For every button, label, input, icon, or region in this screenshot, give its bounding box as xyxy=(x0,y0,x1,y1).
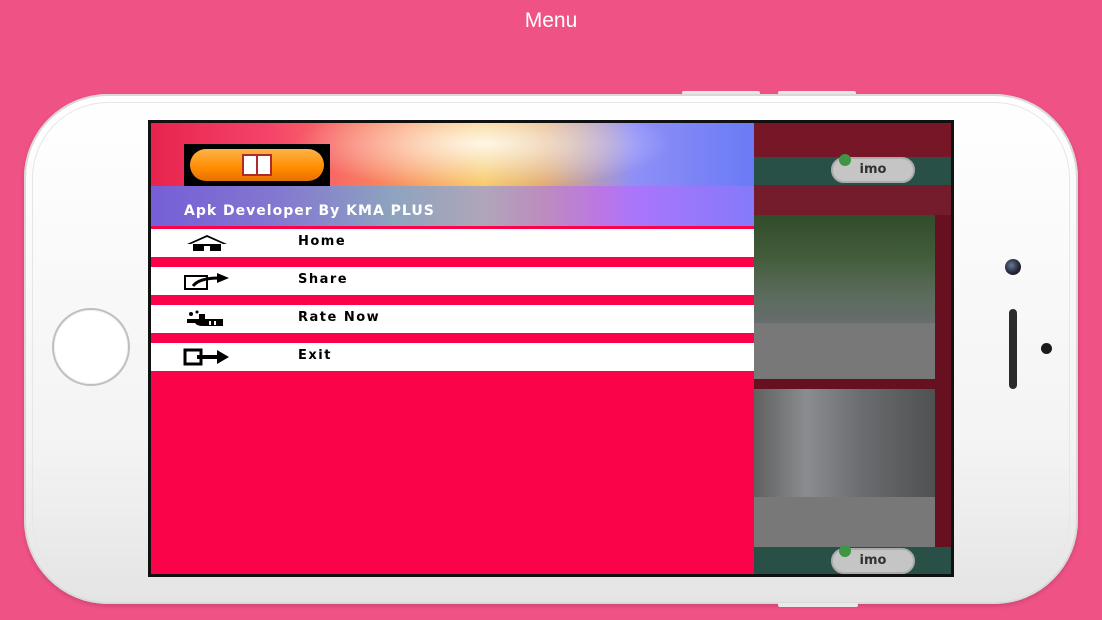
proximity-sensor xyxy=(1041,343,1052,354)
rate-hand-icon xyxy=(187,310,223,326)
logo-badge xyxy=(190,149,324,181)
menu-item-label: Rate Now xyxy=(298,310,381,325)
menu-item-label: Home xyxy=(298,234,347,249)
exit-icon xyxy=(183,348,229,366)
share-icon xyxy=(184,273,229,290)
menu-item-exit[interactable]: Exit xyxy=(151,343,754,371)
power-button xyxy=(778,603,858,607)
phone-screen: imo imo Apk Developer By KMA PLUS Home S… xyxy=(148,120,954,577)
menu-item-home[interactable]: Home xyxy=(151,229,754,257)
home-icon xyxy=(187,235,227,251)
menu-item-label: Share xyxy=(298,272,349,287)
app-logo xyxy=(184,144,330,186)
navigation-drawer: Apk Developer By KMA PLUS Home Share Rat… xyxy=(151,123,754,574)
drawer-subtitle: Apk Developer By KMA PLUS xyxy=(184,203,435,219)
home-button[interactable] xyxy=(52,308,130,386)
drawer-header: Apk Developer By KMA PLUS xyxy=(151,123,754,226)
menu-item-rate-now[interactable]: Rate Now xyxy=(151,305,754,333)
menu-item-label: Exit xyxy=(298,348,332,363)
menu-item-share[interactable]: Share xyxy=(151,267,754,295)
page-title: Menu xyxy=(524,9,578,32)
front-camera-icon xyxy=(1005,259,1021,275)
book-icon xyxy=(242,154,272,176)
speaker-grille xyxy=(1009,309,1017,389)
